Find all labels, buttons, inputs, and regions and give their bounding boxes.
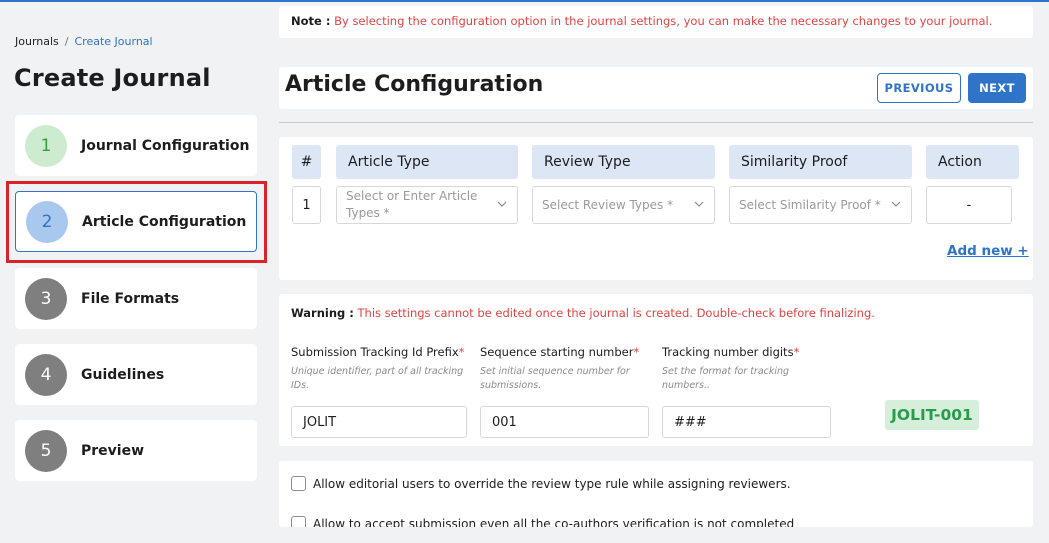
tracking-id-preview: JOLIT-001 — [885, 400, 979, 430]
chevron-down-icon — [694, 201, 704, 207]
step-number: 4 — [25, 353, 67, 396]
digits-help: Set the format for tracking numbers.. — [662, 366, 790, 391]
prefix-input[interactable]: JOLIT — [291, 406, 467, 438]
article-type-select[interactable]: Select or Enter Article Types * — [336, 186, 518, 224]
add-new-link[interactable]: Add new + — [947, 243, 1029, 259]
page-title: Create Journal — [14, 64, 211, 92]
tracking-id-settings: Warning : This settings cannot be edited… — [279, 294, 1033, 446]
sequence-help: Set initial sequence number for submissi… — [480, 366, 630, 391]
previous-button[interactable]: PREVIOUS — [877, 73, 961, 103]
accept-submission-checkbox[interactable] — [291, 516, 306, 527]
warning-prefix: Warning : — [291, 306, 354, 320]
note-banner: Note : By selecting the configuration op… — [279, 6, 1033, 38]
section-header: Article Configuration PREVIOUS NEXT — [279, 67, 1033, 109]
prefix-label: Submission Tracking Id Prefix* — [291, 345, 465, 359]
column-header-action: Action — [926, 145, 1019, 179]
override-review-checkbox[interactable] — [291, 476, 306, 491]
article-type-placeholder: Select or Enter Article Types * — [346, 189, 478, 220]
digits-input[interactable]: ### — [662, 406, 831, 438]
column-header-index: # — [292, 145, 321, 179]
step-label: File Formats — [81, 290, 180, 307]
editorial-options: Allow editorial users to override the re… — [279, 461, 1033, 527]
breadcrumb: Journals / Create Journal — [15, 35, 153, 48]
next-button[interactable]: NEXT — [968, 73, 1026, 103]
step-label: Journal Configuration — [81, 137, 250, 154]
breadcrumb-create-journal[interactable]: Create Journal — [75, 35, 153, 48]
step-label: Preview — [81, 442, 145, 459]
warning-text: This settings cannot be edited once the … — [357, 306, 875, 320]
sequence-label: Sequence starting number* — [480, 345, 640, 359]
similarity-proof-placeholder: Select Similarity Proof * — [739, 198, 881, 212]
review-type-select[interactable]: Select Review Types * — [532, 186, 715, 224]
step-label: Guidelines — [81, 366, 165, 383]
column-header-article-type: Article Type — [336, 145, 518, 179]
note-prefix: Note : — [291, 14, 331, 28]
step-journal-configuration[interactable]: 1 Journal Configuration — [15, 115, 257, 176]
sequence-input[interactable]: 001 — [480, 406, 649, 438]
digits-label: Tracking number digits* — [662, 345, 800, 359]
similarity-proof-select[interactable]: Select Similarity Proof * — [729, 186, 912, 224]
override-review-option[interactable]: Allow editorial users to override the re… — [291, 476, 791, 491]
accept-submission-label: Allow to accept submission even all the … — [313, 516, 795, 528]
chevron-down-icon — [497, 201, 507, 207]
step-preview[interactable]: 5 Preview — [15, 420, 257, 481]
section-title: Article Configuration — [285, 72, 544, 97]
breadcrumb-separator: / — [64, 35, 69, 48]
override-review-label: Allow editorial users to override the re… — [313, 476, 791, 491]
chevron-down-icon — [891, 201, 901, 207]
row-action[interactable]: - — [926, 186, 1012, 224]
warning-message: Warning : This settings cannot be edited… — [291, 306, 875, 320]
column-header-review-type: Review Type — [532, 145, 715, 179]
step-file-formats[interactable]: 3 File Formats — [15, 268, 257, 329]
step-number: 1 — [25, 124, 67, 167]
review-type-placeholder: Select Review Types * — [542, 198, 674, 212]
article-types-table: # Article Type Review Type Similarity Pr… — [279, 137, 1033, 280]
active-step-highlight — [6, 181, 267, 263]
note-text: By selecting the configuration option in… — [334, 14, 993, 28]
step-number: 3 — [25, 277, 67, 320]
top-accent-line — [0, 0, 1049, 2]
row-index: 1 — [292, 186, 321, 224]
step-number: 5 — [25, 429, 67, 472]
breadcrumb-journals[interactable]: Journals — [15, 35, 59, 48]
step-guidelines[interactable]: 4 Guidelines — [15, 344, 257, 405]
accept-submission-option[interactable]: Allow to accept submission even all the … — [291, 516, 794, 527]
prefix-help: Unique identifier, part of all tracking … — [291, 366, 464, 391]
column-header-similarity-proof: Similarity Proof — [729, 145, 912, 179]
section-divider — [279, 122, 1033, 123]
